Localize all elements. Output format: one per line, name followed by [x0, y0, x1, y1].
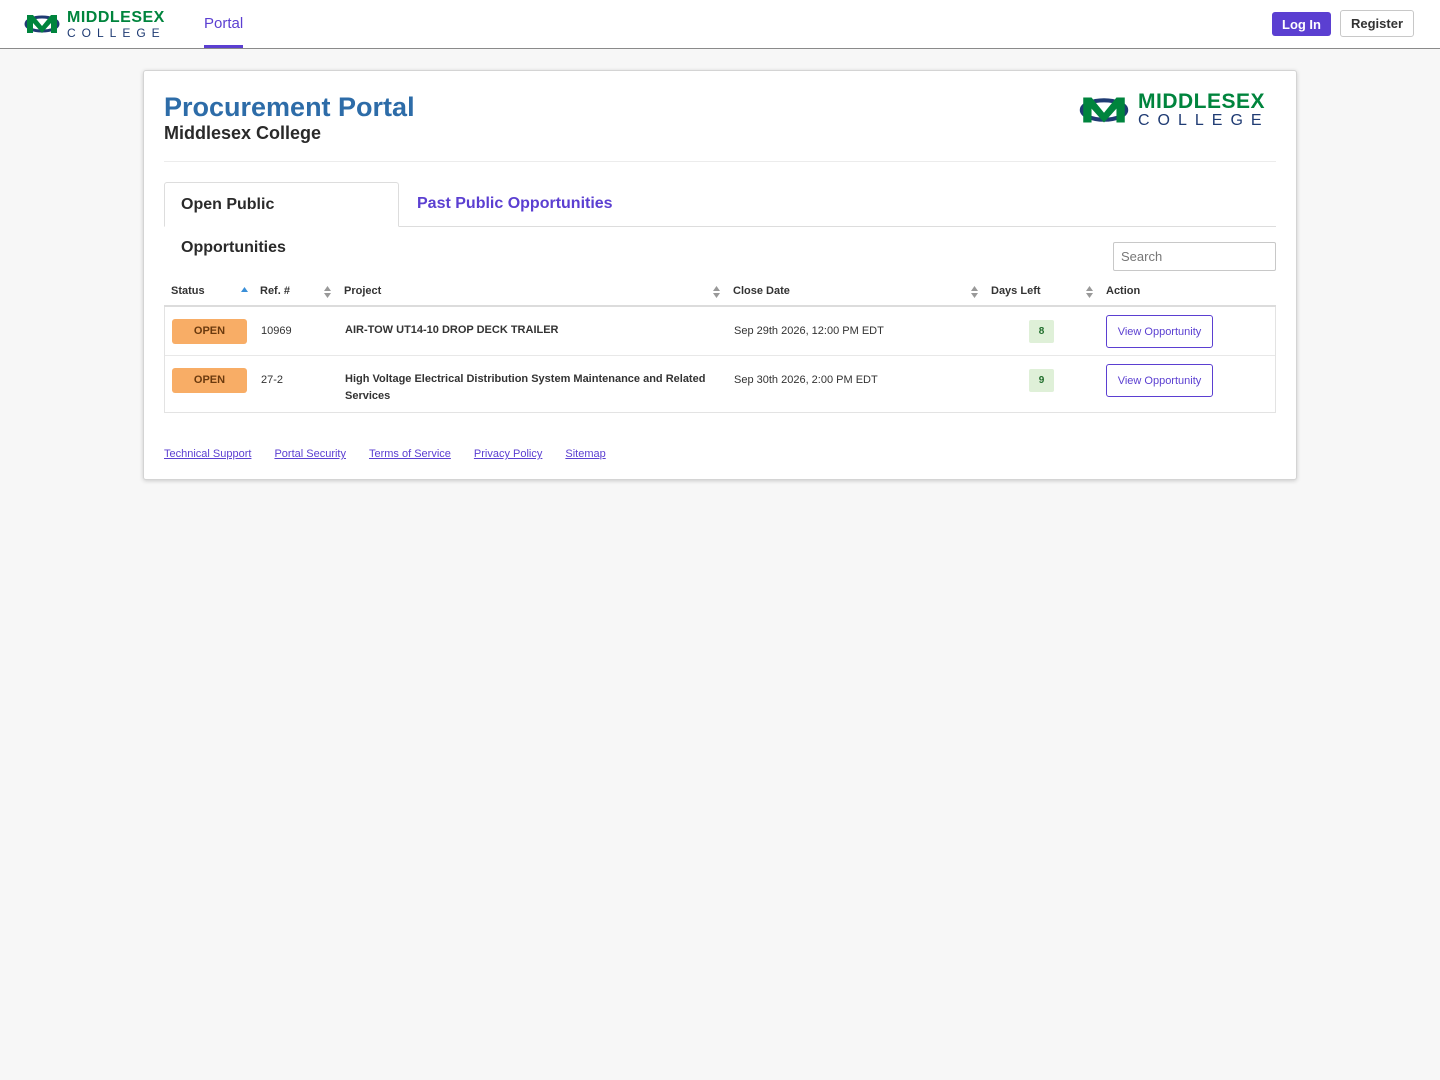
sort-icon[interactable] [1086, 286, 1093, 298]
view-opportunity-button[interactable]: View Opportunity [1106, 364, 1213, 397]
table-row: OPEN 27-2 High Voltage Electrical Distri… [165, 355, 1275, 412]
table-body: OPEN 10969 AIR-TOW UT14-10 DROP DECK TRA… [164, 307, 1276, 413]
page-title: Procurement Portal [164, 92, 415, 122]
register-button[interactable]: Register [1340, 10, 1414, 37]
opportunities-table: Status Ref. # Project Close Date Days Le… [164, 275, 1276, 413]
column-header-project[interactable]: Project [344, 275, 381, 307]
table-header: Status Ref. # Project Close Date Days Le… [164, 275, 1276, 307]
logo-text-line2: COLLEGE [67, 25, 166, 40]
page-subtitle: Middlesex College [164, 123, 322, 143]
logo-text-line1: MIDDLESEX [67, 8, 165, 26]
close-date: Sep 30th 2026, 2:00 PM EDT [734, 374, 878, 386]
card-college-logo: MIDDLESEX COLLEGE [1076, 91, 1270, 129]
column-header-ref[interactable]: Ref. # [260, 275, 290, 307]
days-left-badge: 9 [1029, 369, 1054, 392]
sort-icon[interactable] [713, 286, 720, 298]
footer-link-terms-of-service[interactable]: Terms of Service [369, 448, 451, 460]
footer-link-technical-support[interactable]: Technical Support [164, 448, 251, 460]
top-navbar: MIDDLESEX COLLEGE Portal Log In Register [0, 0, 1440, 49]
status-badge: OPEN [172, 319, 247, 344]
sort-asc-icon[interactable] [241, 286, 248, 298]
login-button[interactable]: Log In [1272, 12, 1331, 36]
tab-open-opportunities[interactable]: Open Public Opportunities [164, 182, 399, 256]
table-row: OPEN 10969 AIR-TOW UT14-10 DROP DECK TRA… [165, 307, 1275, 355]
days-left-badge: 8 [1029, 320, 1054, 343]
nav-portal-link[interactable]: Portal [204, 0, 244, 48]
opportunity-tabs: Open Public Opportunities Past Public Op… [164, 182, 1276, 256]
project-name: AIR-TOW UT14-10 DROP DECK TRAILER [345, 324, 559, 336]
header-divider [164, 161, 1276, 162]
column-header-close-date[interactable]: Close Date [733, 275, 790, 307]
project-name: High Voltage Electrical Distribution Sys… [345, 373, 706, 402]
column-header-action: Action [1106, 285, 1141, 297]
footer-link-privacy-policy[interactable]: Privacy Policy [474, 448, 542, 460]
status-badge: OPEN [172, 368, 247, 393]
college-monogram-icon [1079, 97, 1129, 123]
ref-number: 27-2 [261, 374, 284, 386]
column-header-days-left[interactable]: Days Left [991, 275, 1041, 307]
close-date: Sep 29th 2026, 12:00 PM EDT [734, 325, 884, 337]
footer-link-portal-security[interactable]: Portal Security [274, 448, 346, 460]
card-logo-text-line1: MIDDLESEX [1138, 90, 1266, 113]
column-header-status[interactable]: Status [171, 275, 205, 307]
portal-card: Procurement Portal Middlesex College MID… [143, 70, 1297, 480]
college-logo[interactable]: MIDDLESEX COLLEGE [23, 8, 173, 40]
view-opportunity-button[interactable]: View Opportunity [1106, 315, 1213, 348]
sort-icon[interactable] [324, 286, 331, 298]
ref-number: 10969 [261, 325, 292, 337]
footer-link-sitemap[interactable]: Sitemap [565, 448, 605, 460]
tab-past-opportunities[interactable]: Past Public Opportunities [401, 182, 629, 227]
search-input[interactable] [1113, 242, 1276, 271]
card-logo-text-line2: COLLEGE [1138, 112, 1270, 129]
college-monogram-icon [24, 15, 60, 33]
footer-links: Technical Support Portal Security Terms … [164, 448, 629, 460]
sort-icon[interactable] [971, 286, 978, 298]
